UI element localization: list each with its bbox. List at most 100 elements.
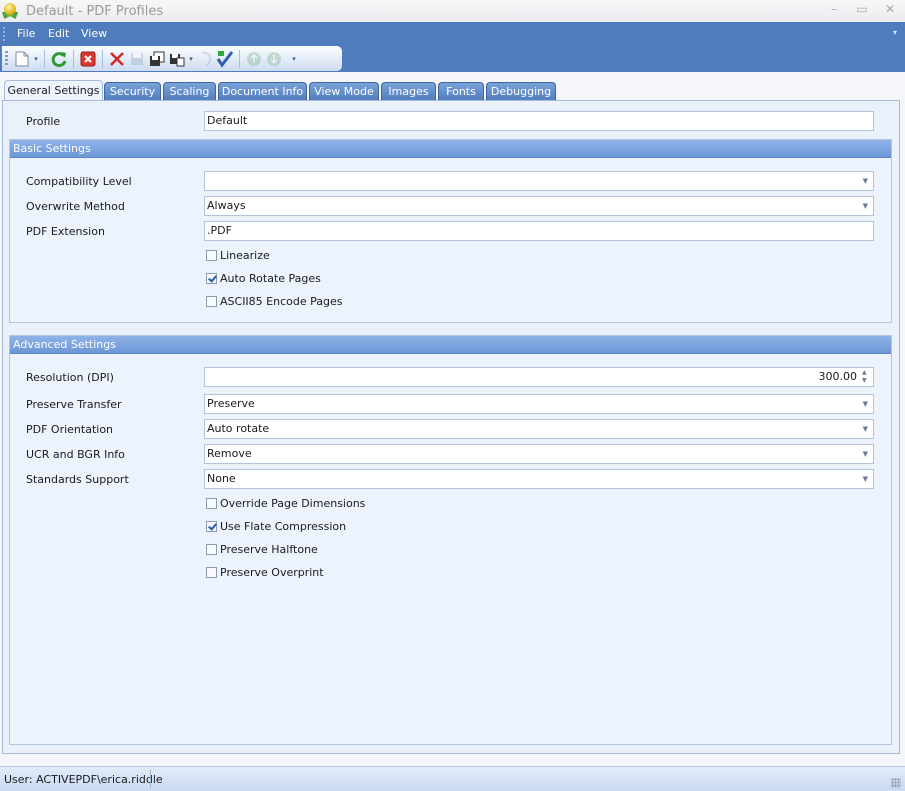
tab-view-mode[interactable]: View Mode — [309, 82, 379, 101]
pdf-extension-input[interactable]: .PDF — [204, 221, 874, 241]
preserve-transfer-label: Preserve Transfer — [26, 398, 122, 411]
save-icon — [131, 52, 143, 65]
close-box-icon — [80, 51, 96, 66]
menu-edit[interactable]: Edit — [48, 27, 69, 40]
compatibility-level-label: Compatibility Level — [26, 175, 132, 188]
close-profile-button[interactable] — [78, 49, 98, 69]
save-copy-button[interactable] — [147, 49, 167, 69]
toolbar-separator — [239, 49, 240, 68]
menu-file[interactable]: File — [17, 27, 35, 40]
status-separator — [150, 770, 151, 788]
toolbar: ▾ ▾ ▾ — [2, 46, 342, 71]
preserve-halftone-checkbox[interactable] — [206, 544, 217, 555]
new-document-icon — [15, 51, 29, 66]
menu-grip-handle[interactable] — [3, 27, 5, 41]
linearize-checkbox[interactable] — [206, 250, 217, 261]
toolbar-overflow-button[interactable]: ▾ — [290, 55, 298, 63]
maximize-button[interactable]: ▭ — [855, 2, 869, 16]
tab-debugging[interactable]: Debugging — [486, 82, 556, 101]
minimize-button[interactable]: – — [827, 2, 841, 16]
chevron-down-icon[interactable]: ▼ — [863, 445, 868, 463]
basic-settings-header[interactable]: Basic Settings — [10, 140, 891, 158]
standards-support-label: Standards Support — [26, 473, 129, 486]
save-copy-icon — [150, 51, 165, 66]
toolbar-separator — [44, 49, 45, 68]
compatibility-level-select[interactable]: ▼ — [204, 171, 874, 191]
tab-security[interactable]: Security — [104, 82, 161, 101]
move-up-button[interactable] — [244, 49, 264, 69]
overwrite-method-select[interactable]: Always ▼ — [204, 196, 874, 216]
refresh-icon — [51, 51, 67, 67]
preserve-transfer-select[interactable]: Preserve ▼ — [204, 394, 874, 414]
menu-bar: File Edit View ▾ — [0, 22, 905, 45]
standards-support-value: None — [207, 472, 236, 485]
general-settings-panel: Profile Default Basic Settings Compatibi… — [2, 100, 900, 754]
advanced-settings-header[interactable]: Advanced Settings — [10, 336, 891, 354]
close-window-button[interactable]: ✕ — [883, 2, 897, 16]
ascii85-label: ASCII85 Encode Pages — [220, 295, 343, 308]
status-bar: User: ACTIVEPDF\erica.riddle — [0, 766, 905, 791]
refresh-button[interactable] — [49, 49, 69, 69]
standards-support-select[interactable]: None ▼ — [204, 469, 874, 489]
new-profile-button[interactable] — [12, 49, 32, 69]
resolution-value: 300.00 — [818, 370, 858, 383]
tab-document-info[interactable]: Document Info — [218, 82, 307, 101]
save-button[interactable] — [127, 49, 147, 69]
preserve-overprint-row[interactable]: Preserve Overprint — [206, 566, 324, 579]
override-page-dimensions-row[interactable]: Override Page Dimensions — [206, 497, 365, 510]
ascii85-checkbox[interactable] — [206, 296, 217, 307]
toolbar-grip-handle[interactable] — [5, 50, 8, 67]
delete-button[interactable] — [107, 49, 127, 69]
resize-grip-icon[interactable] — [891, 778, 901, 788]
arrow-down-icon — [267, 51, 281, 66]
ucr-bgr-label: UCR and BGR Info — [26, 448, 125, 461]
preserve-halftone-row[interactable]: Preserve Halftone — [206, 543, 318, 556]
spin-down-icon[interactable]: ▼ — [862, 377, 870, 385]
chevron-down-icon[interactable]: ▼ — [863, 420, 868, 438]
chevron-down-icon[interactable]: ▼ — [863, 197, 868, 215]
auto-rotate-checkbox[interactable] — [206, 273, 217, 284]
menu-view[interactable]: View — [81, 27, 107, 40]
auto-rotate-checkbox-row[interactable]: Auto Rotate Pages — [206, 272, 321, 285]
ucr-bgr-value: Remove — [207, 447, 252, 460]
move-down-button[interactable] — [264, 49, 284, 69]
pdf-orientation-label: PDF Orientation — [26, 423, 114, 436]
tab-scaling[interactable]: Scaling — [163, 82, 216, 101]
menu-overflow-icon[interactable]: ▾ — [893, 28, 897, 37]
pdf-orientation-value: Auto rotate — [207, 422, 270, 435]
tab-fonts[interactable]: Fonts — [438, 82, 484, 101]
preserve-overprint-label: Preserve Overprint — [220, 566, 324, 579]
resolution-label: Resolution (DPI) — [26, 371, 114, 384]
chevron-down-icon[interactable]: ▼ — [863, 470, 868, 488]
profile-name-input[interactable]: Default — [204, 111, 874, 131]
status-user: User: ACTIVEPDF\erica.riddle — [4, 773, 163, 786]
tab-images[interactable]: Images — [381, 82, 436, 101]
spin-up-icon[interactable]: ▲ — [862, 369, 870, 377]
use-flate-compression-checkbox[interactable] — [206, 521, 217, 532]
ascii85-checkbox-row[interactable]: ASCII85 Encode Pages — [206, 295, 342, 308]
export-dropdown[interactable]: ▾ — [187, 55, 195, 63]
use-flate-compression-row[interactable]: Use Flate Compression — [206, 520, 346, 533]
linearize-checkbox-row[interactable]: Linearize — [206, 249, 270, 262]
app-award-icon — [2, 3, 18, 19]
linearize-label: Linearize — [220, 249, 270, 262]
pdf-extension-label: PDF Extension — [26, 225, 105, 238]
undo-icon — [201, 51, 212, 66]
pdf-orientation-select[interactable]: Auto rotate ▼ — [204, 419, 874, 439]
resolution-spinner[interactable]: 300.00 ▲ ▼ — [204, 367, 874, 387]
chevron-down-icon[interactable]: ▼ — [863, 172, 868, 190]
undo-button[interactable] — [195, 49, 215, 69]
overwrite-method-value: Always — [207, 199, 246, 212]
new-profile-dropdown[interactable]: ▾ — [32, 55, 40, 63]
tab-general-settings[interactable]: General Settings — [4, 80, 103, 101]
ucr-bgr-select[interactable]: Remove ▼ — [204, 444, 874, 464]
preserve-overprint-checkbox[interactable] — [206, 567, 217, 578]
preserve-transfer-value: Preserve — [207, 397, 255, 410]
override-page-dimensions-checkbox[interactable] — [206, 498, 217, 509]
validate-button[interactable] — [215, 49, 235, 69]
delete-x-icon — [110, 51, 124, 66]
override-page-dimensions-label: Override Page Dimensions — [220, 497, 366, 510]
export-button[interactable] — [167, 49, 187, 69]
profile-name-value: Default — [207, 114, 248, 127]
chevron-down-icon[interactable]: ▼ — [863, 395, 868, 413]
